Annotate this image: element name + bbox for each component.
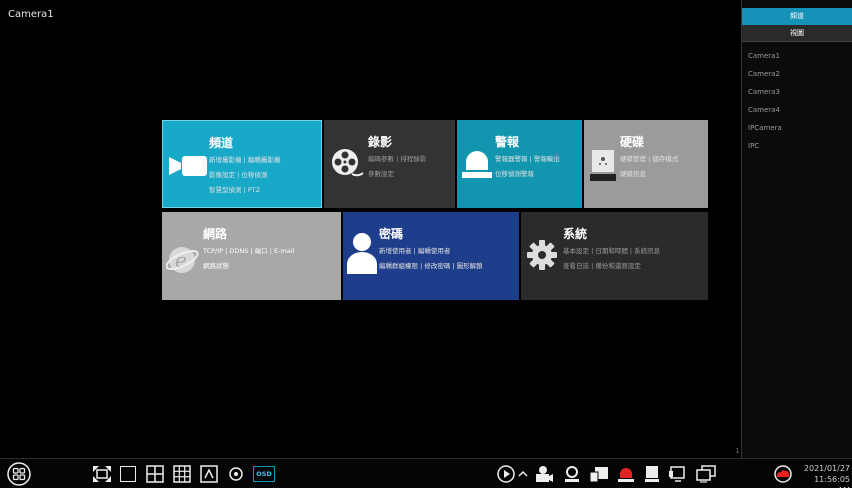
- channel-sidebar: 頻道 視圖 Camera1 Camera2 Camera3 Camera4 IP…: [741, 0, 852, 458]
- playback-icon: [497, 465, 515, 483]
- tile-title: 錄影: [368, 135, 393, 149]
- quad-view-button[interactable]: [145, 464, 165, 484]
- live-view-area[interactable]: Camera1 頻道 新增攝影機 | 編輯攝影機 影像設定 | 位移偵測 智慧型…: [0, 0, 740, 458]
- camera-icon: [169, 156, 207, 176]
- tile-title: 密碼: [379, 227, 404, 241]
- tab-channel[interactable]: 頻道: [742, 8, 852, 25]
- alarm-icon: [618, 468, 634, 482]
- fullscreen-icon: [93, 466, 111, 482]
- osd-icon: OSD: [253, 466, 275, 482]
- tile-title: 硬碟: [620, 135, 645, 149]
- tile-line[interactable]: 查看日誌 | 備份和還原設定: [563, 260, 641, 270]
- rotate-icon: [229, 467, 243, 481]
- tile-line[interactable]: 智慧型偵測 | PTZ: [209, 184, 260, 194]
- preview-icon: [669, 466, 685, 482]
- tile-line[interactable]: 影像設定 | 位移偵測: [209, 169, 267, 179]
- page-number: 1: [735, 447, 740, 455]
- alarm-button[interactable]: [616, 464, 636, 484]
- tile-line[interactable]: 新增使用者 | 編輯使用者: [379, 245, 450, 255]
- internet-explorer-icon: e: [166, 247, 199, 273]
- user-icon: [565, 466, 579, 482]
- gear-icon: [527, 240, 557, 270]
- camera-list-item[interactable]: Camera1: [742, 47, 852, 65]
- hard-disk-icon: [590, 150, 616, 181]
- start-menu-icon: [7, 462, 31, 486]
- camera-list-item[interactable]: IPC: [742, 137, 852, 155]
- rotate-button[interactable]: [226, 464, 246, 484]
- nine-view-icon: [173, 465, 191, 483]
- tile-title: 系統: [563, 227, 588, 241]
- date-text: 2021/01/27: [803, 464, 850, 473]
- tile-title: 頻道: [209, 136, 234, 150]
- menu-tile-disk[interactable]: 硬碟 硬碟管理 | 儲存模式 硬碟訊息: [584, 120, 708, 208]
- alarm-light-icon: [462, 151, 492, 178]
- sequence-button[interactable]: [199, 464, 219, 484]
- camera-title: Camera1: [8, 9, 54, 20]
- osd-button[interactable]: OSD: [252, 464, 276, 484]
- nine-view-button[interactable]: [172, 464, 192, 484]
- quad-view-icon: [146, 465, 164, 483]
- single-view-button[interactable]: [119, 464, 137, 484]
- preview-button[interactable]: [667, 464, 687, 484]
- disk-button[interactable]: [642, 464, 662, 484]
- user-button[interactable]: [562, 464, 582, 484]
- snapshot-button[interactable]: [588, 464, 610, 484]
- tile-line[interactable]: 編碼參數 | 排程錄影: [368, 153, 426, 163]
- tile-line[interactable]: TCP/IP | DDNS | 端口 | E-mail: [203, 245, 294, 255]
- tile-title: 警報: [495, 135, 520, 149]
- camera-list-item[interactable]: IPCamera: [742, 119, 852, 137]
- camera-list: Camera1 Camera2 Camera3 Camera4 IPCamera…: [742, 42, 852, 155]
- tile-line[interactable]: 硬碟訊息: [620, 168, 646, 178]
- clock: 2021/01/27 11:56:05 AM: [800, 463, 850, 488]
- expand-up-icon: [518, 470, 528, 477]
- single-view-icon: [120, 466, 136, 482]
- menu-tile-network[interactable]: e 網路 TCP/IP | DDNS | 端口 | E-mail 網路狀態: [162, 212, 341, 300]
- camera-list-item[interactable]: Camera4: [742, 101, 852, 119]
- camera-list-item[interactable]: Camera2: [742, 65, 852, 83]
- manual-record-button[interactable]: [533, 464, 555, 484]
- cloud-icon: [774, 465, 792, 483]
- tile-title: 網路: [203, 227, 228, 241]
- fullscreen-button[interactable]: [91, 464, 113, 484]
- tile-line[interactable]: 參數設定: [368, 168, 394, 178]
- camera-list-item[interactable]: Camera3: [742, 83, 852, 101]
- tile-line[interactable]: 位移偵測警報: [495, 168, 534, 178]
- tile-line[interactable]: 新增攝影機 | 編輯攝影機: [209, 154, 280, 164]
- manual-record-icon: [536, 466, 553, 482]
- start-menu-button[interactable]: [7, 462, 31, 486]
- multi-window-icon: [696, 465, 716, 483]
- expand-up-button[interactable]: [517, 464, 529, 484]
- disk-icon: [645, 466, 659, 482]
- menu-tile-system[interactable]: 系統 基本設定 | 日期和時間 | 系統訊息 查看日誌 | 備份和還原設定: [521, 212, 708, 300]
- cloud-status-button[interactable]: [771, 464, 795, 484]
- taskbar: OSD 2021/01/27 11:56:05: [0, 458, 852, 488]
- osd-label: OSD: [256, 470, 272, 478]
- playback-button[interactable]: [496, 464, 516, 484]
- menu-tile-alarm[interactable]: 警報 警報器警報 | 警報輸出 位移偵測警報: [457, 120, 582, 208]
- tile-line[interactable]: 網路狀態: [203, 260, 229, 270]
- menu-tile-record[interactable]: 錄影 編碼參數 | 排程錄影 參數設定: [324, 120, 455, 208]
- multi-window-button[interactable]: [695, 464, 717, 484]
- snapshot-icon: [589, 467, 608, 483]
- time-text: 11:56:05 AM: [814, 475, 850, 488]
- tile-line[interactable]: 編輯群組權限 | 修改密碼 | 圖形解鎖: [379, 260, 483, 270]
- tile-line[interactable]: 硬碟管理 | 儲存模式: [620, 153, 678, 163]
- film-reel-icon: [332, 149, 364, 177]
- menu-tile-channel[interactable]: 頻道 新增攝影機 | 編輯攝影機 影像設定 | 位移偵測 智慧型偵測 | PTZ: [162, 120, 322, 208]
- menu-tile-password[interactable]: 密碼 新增使用者 | 編輯使用者 編輯群組權限 | 修改密碼 | 圖形解鎖: [343, 212, 519, 300]
- user-icon: [347, 233, 377, 274]
- sequence-icon: [200, 465, 218, 483]
- tab-view[interactable]: 視圖: [742, 25, 852, 42]
- tile-line[interactable]: 基本設定 | 日期和時間 | 系統訊息: [563, 245, 660, 255]
- tile-line[interactable]: 警報器警報 | 警報輸出: [495, 153, 560, 163]
